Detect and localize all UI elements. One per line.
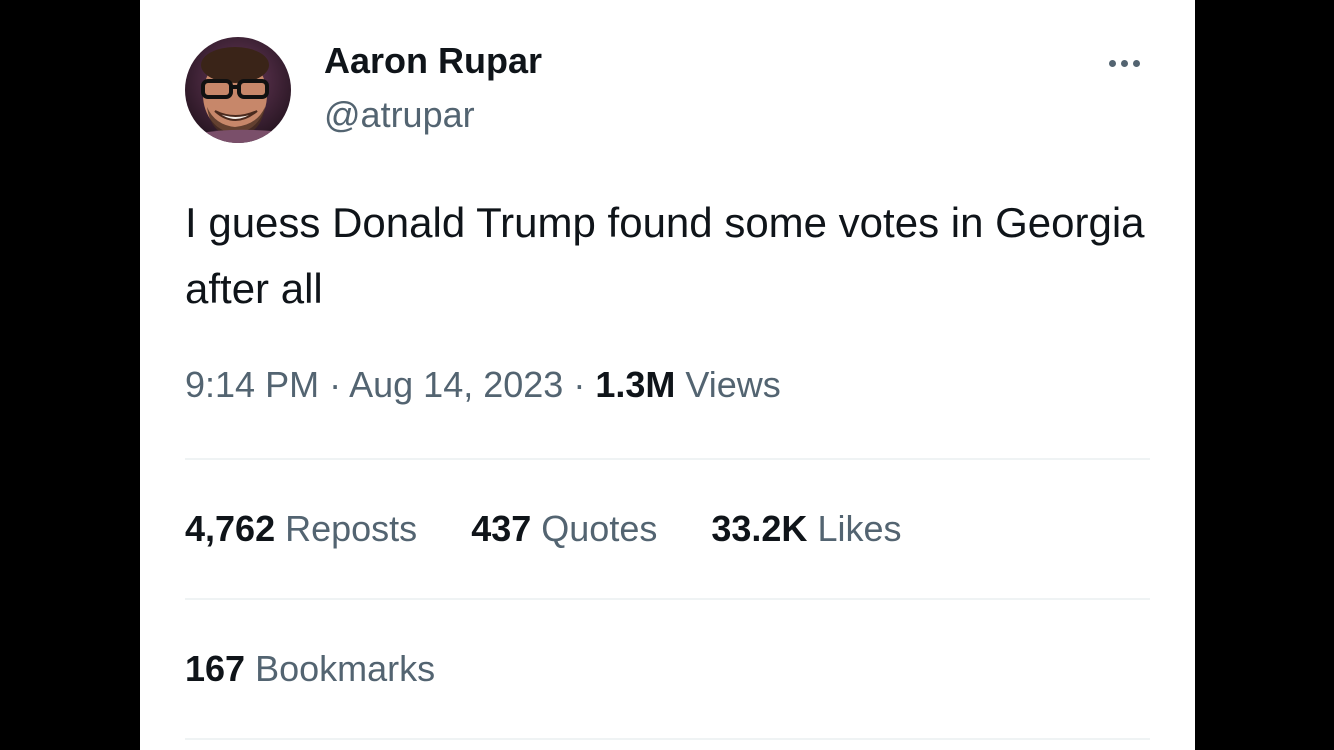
quotes-label: Quotes [541, 508, 658, 549]
bookmarks-label: Bookmarks [255, 648, 436, 689]
avatar-image [185, 37, 291, 143]
likes-label: Likes [817, 508, 902, 549]
tweet-time[interactable]: 9:14 PM [185, 364, 319, 405]
tweet-text: I guess Donald Trump found some votes in… [185, 199, 1145, 312]
divider [185, 598, 1150, 600]
more-horizontal-icon-dot [1132, 59, 1140, 67]
views-count: 1.3M [595, 364, 676, 405]
views-label: Views [685, 364, 781, 405]
tweet-card: Aaron Rupar @atrupar I guess Donald Trum… [140, 0, 1195, 750]
likes-count: 33.2K [711, 508, 808, 549]
divider [185, 458, 1150, 460]
likes-stat[interactable]: 33.2K Likes [711, 508, 901, 550]
tweet-date[interactable]: Aug 14, 2023 [349, 364, 563, 405]
reposts-label: Reposts [285, 508, 418, 549]
more-horizontal-icon-dot [1120, 59, 1128, 67]
meta-separator: · [573, 364, 586, 405]
more-horizontal-icon [1108, 59, 1116, 67]
divider [185, 738, 1150, 740]
quotes-count: 437 [471, 508, 532, 549]
tweet-meta: 9:14 PM · Aug 14, 2023 · 1.3M Views [185, 364, 781, 406]
author-name[interactable]: Aaron Rupar [324, 40, 542, 82]
engagement-stats: 4,762 Reposts 437 Quotes 33.2K Likes [185, 508, 902, 550]
bookmarks-stat[interactable]: 167 Bookmarks [185, 648, 435, 690]
bookmarks-count: 167 [185, 648, 246, 689]
reposts-count: 4,762 [185, 508, 276, 549]
avatar[interactable] [185, 37, 291, 143]
quotes-stat[interactable]: 437 Quotes [471, 508, 657, 550]
reposts-stat[interactable]: 4,762 Reposts [185, 508, 417, 550]
author-handle[interactable]: @atrupar [324, 94, 475, 136]
meta-separator: · [329, 364, 342, 405]
more-options-button[interactable] [1098, 46, 1150, 80]
